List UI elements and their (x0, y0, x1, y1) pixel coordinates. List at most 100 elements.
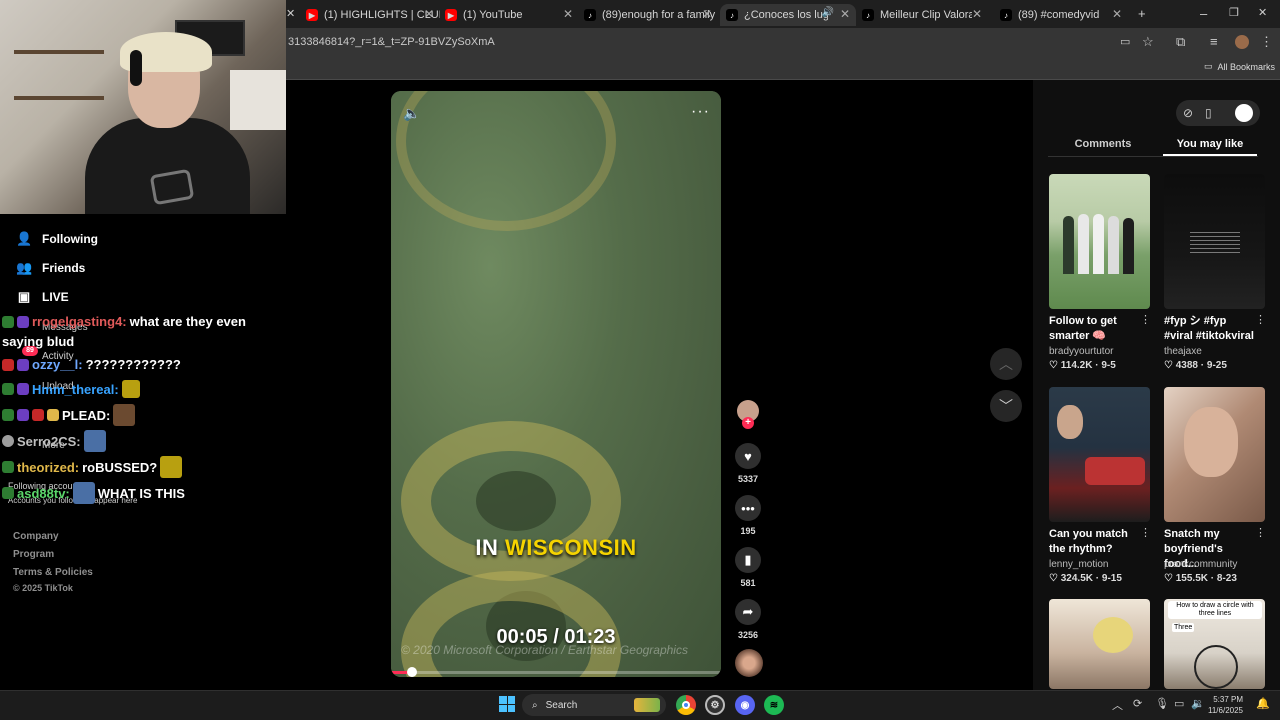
chat-badge-icon (2, 315, 14, 328)
phone-icon[interactable]: ▯ (1205, 106, 1212, 120)
card-user[interactable]: theajaxe (1164, 346, 1202, 357)
video-thumbnail[interactable] (1049, 599, 1150, 689)
taskbar-clock[interactable]: 5:37 PM 11/6/2025 (1208, 694, 1243, 716)
friends-icon: 👥 (16, 260, 33, 275)
tab-divider (1048, 156, 1258, 157)
footer-company[interactable]: Company (13, 531, 59, 542)
tab-highlights[interactable]: ▶ (1) HIGHLIGHTS | CLUB BR ✕ (306, 4, 440, 26)
nav-live[interactable]: ▣ LIVE (16, 290, 69, 305)
comment-icon[interactable]: ••• (735, 495, 761, 521)
card-stats: ♡ 4388 · 9-25 (1164, 360, 1227, 371)
close-icon[interactable]: ✕ (286, 7, 295, 20)
chat-badge-icon (2, 435, 14, 447)
tab-close-icon[interactable]: ✕ (563, 7, 573, 21)
video-thumbnail[interactable] (1164, 174, 1265, 309)
thumbnail-caption: How to draw a circle with three lines (1168, 601, 1262, 619)
card-title[interactable]: #fyp シ #fyp #viral #tiktokviral (1164, 314, 1256, 344)
chat-message: ozzy__l: ???????????? (2, 357, 181, 372)
chat-message: PLEAD: (2, 404, 136, 426)
extensions-icon[interactable]: ⧉ (1176, 34, 1185, 50)
progress-bar[interactable] (391, 671, 721, 674)
new-tab-icon[interactable]: + (1138, 6, 1146, 21)
tab-conoces-los-lugares[interactable]: ♪ ¿Conoces los lugares 🔊 ✕ (720, 4, 856, 26)
share-icon[interactable]: ➦ (735, 599, 761, 625)
profile-avatar[interactable] (1235, 35, 1249, 49)
chrome-icon[interactable] (676, 695, 696, 715)
tab-youtube[interactable]: ▶ (1) YouTube ✕ (445, 4, 579, 26)
tab-close-icon[interactable]: ✕ (840, 7, 850, 21)
notification-bell-icon[interactable]: 🔔 (1256, 697, 1270, 710)
volume-icon[interactable]: 🔈 (403, 105, 420, 122)
tab-comments[interactable]: Comments (1058, 138, 1148, 150)
card-menu-icon[interactable]: ⋮ (1255, 526, 1266, 539)
window-close-icon[interactable]: ✕ (1258, 6, 1267, 19)
microphone-icon[interactable]: 🎙 (1155, 697, 1169, 710)
tiktok-icon: ♪ (1000, 9, 1012, 21)
cast-icon[interactable]: ▭ (1120, 35, 1130, 48)
tab-close-icon[interactable]: ✕ (424, 7, 434, 21)
previous-video-button[interactable]: ︿ (990, 348, 1022, 380)
folder-icon: ▭ (1204, 61, 1213, 71)
next-video-button[interactable]: ﹀ (990, 390, 1022, 422)
windows-start-icon[interactable] (499, 696, 515, 712)
tiktok-icon: ♪ (862, 9, 874, 21)
chat-emote (121, 380, 140, 398)
chat-badge-icon (2, 383, 14, 395)
tray-app-icon[interactable]: ⟳ (1133, 697, 1142, 710)
tab-close-icon[interactable]: ✕ (972, 7, 982, 21)
spotify-icon[interactable]: ≋ (764, 695, 784, 715)
footer-program[interactable]: Program (13, 549, 54, 560)
heart-icon[interactable]: ♥ (735, 443, 761, 469)
like-action[interactable]: ♥ 5337 (733, 443, 763, 484)
video-thumbnail[interactable]: How to draw a circle with three lines Th… (1164, 599, 1265, 689)
toggle-knob[interactable] (1235, 104, 1253, 122)
card-user[interactable]: bradyyourtutor (1049, 346, 1113, 357)
tab-valorant-clip[interactable]: ♪ Meilleur Clip Valorant : En ✕ (862, 4, 988, 26)
discord-icon[interactable]: ◉ (735, 695, 755, 715)
tab-enough-for-a-family[interactable]: ♪ (89)enough for a family o ✕ (584, 4, 718, 26)
comment-count: 195 (740, 526, 756, 536)
card-menu-icon[interactable]: ⋮ (1140, 526, 1151, 539)
url-field[interactable]: 3133846814?_r=1&_t=ZP-91BVZySoXmA (288, 36, 495, 48)
sound-disc-icon[interactable] (735, 649, 763, 677)
compass-icon[interactable]: ⊘ (1183, 106, 1193, 120)
menu-kebab-icon[interactable]: ⋮ (1260, 34, 1273, 50)
card-title[interactable]: Follow to get smarter 🧠 (1049, 314, 1141, 344)
tab-title: (89)enough for a family o (602, 9, 718, 21)
card-menu-icon[interactable]: ⋮ (1140, 313, 1151, 326)
video-thumbnail[interactable] (1049, 387, 1150, 522)
follow-plus-icon[interactable]: + (742, 417, 754, 429)
scrub-handle[interactable] (407, 667, 417, 677)
taskbar-search[interactable]: ⌕ Search (522, 694, 666, 716)
restore-icon[interactable]: ❐ (1229, 6, 1239, 19)
footer-terms[interactable]: Terms & Policies (13, 567, 93, 578)
bookmark-star-icon[interactable]: ☆ (1142, 34, 1154, 50)
bookmark-icon[interactable]: ▮ (735, 547, 761, 573)
network-icon[interactable]: ▭ (1174, 697, 1184, 710)
tab-you-may-like[interactable]: You may like (1165, 138, 1255, 150)
card-user[interactable]: lenny_motion (1049, 559, 1108, 570)
minimize-icon[interactable]: – (1200, 6, 1207, 21)
card-title[interactable]: Can you match the rhythm? (1049, 527, 1141, 557)
share-action[interactable]: ➦ 3256 (733, 599, 763, 640)
volume-tray-icon[interactable]: 🔉 (1191, 697, 1205, 710)
tab-close-icon[interactable]: ✕ (702, 7, 712, 21)
tab-comedyvid[interactable]: ♪ (89) #comedyvid ✕ (1000, 4, 1128, 26)
save-action[interactable]: ▮ 581 (733, 547, 763, 588)
video-player[interactable]: 🔈 ··· IN WISCONSIN 00:05 / 01:23 © 2020 … (391, 91, 721, 677)
speaker-icon[interactable]: 🔊 (822, 7, 834, 18)
nav-following[interactable]: 👤 Following (16, 232, 98, 247)
video-thumbnail[interactable] (1164, 387, 1265, 522)
more-options-icon[interactable]: ··· (691, 103, 710, 121)
all-bookmarks[interactable]: ▭ All Bookmarks (1204, 61, 1275, 72)
settings-app-icon[interactable]: ⚙ (705, 695, 725, 715)
video-thumbnail[interactable] (1049, 174, 1150, 309)
card-user[interactable]: prankcommunity (1164, 559, 1237, 570)
nav-friends[interactable]: 👥 Friends (16, 260, 85, 276)
tab-close-icon[interactable]: ✕ (1112, 7, 1122, 21)
comment-action[interactable]: ••• 195 (733, 495, 763, 536)
chat-user: theorized: (17, 459, 80, 475)
card-menu-icon[interactable]: ⋮ (1255, 313, 1266, 326)
tray-chevron-icon[interactable]: ︿ (1112, 697, 1123, 713)
media-control-icon[interactable]: ≡ (1210, 34, 1218, 49)
